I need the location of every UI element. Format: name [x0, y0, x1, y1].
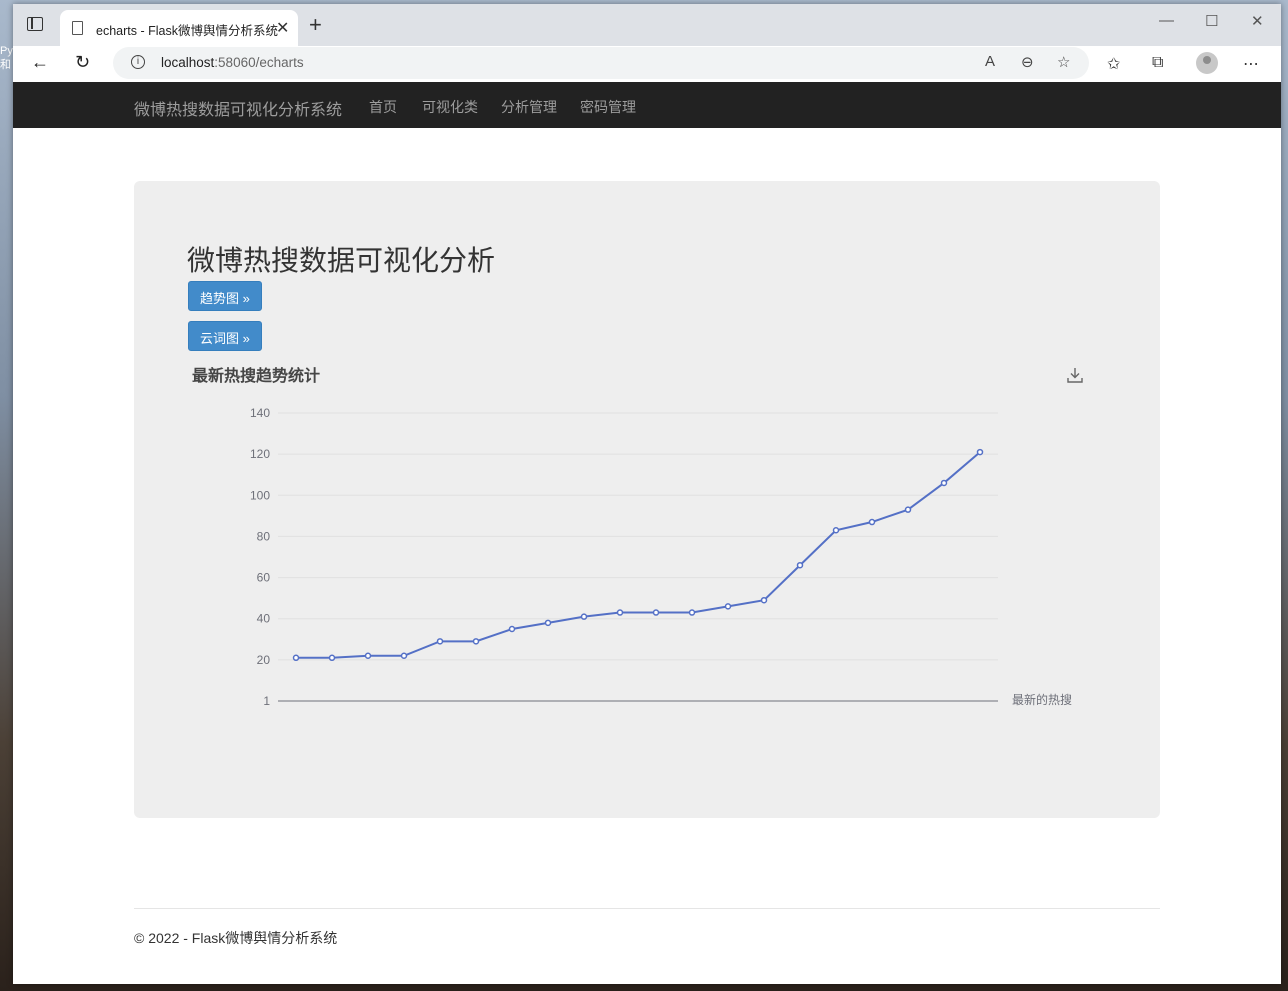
- data-point: [832, 527, 840, 534]
- maximize-icon[interactable]: ☐: [1205, 12, 1218, 30]
- address-bar[interactable]: i localhost:58060/echarts A ⊖ ☆: [113, 47, 1089, 79]
- navbar-brand[interactable]: 微博热搜数据可视化分析系统: [134, 96, 342, 120]
- nav-link-home[interactable]: 首页: [369, 97, 397, 117]
- web-page: 微博热搜数据可视化分析系统 首页 可视化类 分析管理 密码管理 微博热搜数据可视…: [13, 82, 1281, 984]
- browser-toolbar: ← ↻ i localhost:58060/echarts A ⊖ ☆ ✩ ⧉ …: [13, 46, 1281, 83]
- zoom-out-icon[interactable]: ⊖: [1021, 53, 1034, 71]
- data-point: [580, 613, 588, 620]
- data-point: [904, 506, 912, 513]
- footer-text: © 2022 - Flask微博舆情分析系统: [134, 930, 338, 946]
- browser-window: echarts - Flask微博舆情分析系统 ✕ + — ☐ ✕ ← ↻ i …: [13, 4, 1281, 984]
- info-icon[interactable]: i: [131, 55, 145, 69]
- data-point: [688, 609, 696, 616]
- data-point: [544, 619, 552, 627]
- tab-strip: echarts - Flask微博舆情分析系统 ✕ + — ☐ ✕: [13, 4, 1281, 46]
- trend-line-chart: 120406080100120140最新的热搜: [250, 406, 1072, 708]
- nav-link-password[interactable]: 密码管理: [580, 97, 636, 117]
- data-point: [652, 609, 660, 616]
- add-favorite-icon[interactable]: ☆: [1057, 53, 1070, 71]
- y-tick-label: 20: [257, 653, 271, 667]
- y-tick-label: 120: [250, 447, 270, 461]
- series-line: [296, 451, 981, 659]
- data-point: [796, 561, 804, 569]
- site-navbar: 微博热搜数据可视化分析系统 首页 可视化类 分析管理 密码管理: [13, 82, 1281, 128]
- new-tab-icon[interactable]: +: [309, 12, 322, 38]
- profile-avatar[interactable]: [1196, 52, 1218, 74]
- tab-echarts[interactable]: echarts - Flask微博舆情分析系统 ✕: [60, 10, 298, 46]
- url-text: localhost:58060/echarts: [161, 55, 304, 70]
- y-tick-label: 100: [250, 488, 270, 502]
- data-point: [292, 654, 300, 662]
- footer-divider: [134, 908, 1160, 909]
- tab-title: echarts - Flask微博舆情分析系统: [96, 24, 278, 38]
- data-point: [940, 479, 948, 487]
- data-point: [508, 625, 516, 633]
- y-tick-label: 140: [250, 406, 270, 420]
- data-point: [760, 596, 768, 604]
- y-tick-label: 80: [257, 529, 271, 543]
- minimize-icon[interactable]: —: [1159, 12, 1174, 29]
- y-tick-label: 1: [263, 694, 270, 708]
- desktop-text: Py 和: [0, 45, 13, 71]
- back-icon[interactable]: ←: [31, 52, 49, 73]
- data-point: [436, 638, 444, 645]
- data-point: [616, 609, 624, 616]
- data-point: [472, 638, 480, 645]
- y-tick-label: 60: [257, 571, 271, 585]
- nav-link-analysis[interactable]: 分析管理: [501, 97, 557, 117]
- close-tab-icon[interactable]: ✕: [276, 18, 289, 38]
- data-point: [976, 448, 984, 456]
- refresh-icon[interactable]: ↻: [75, 52, 90, 73]
- data-point: [724, 603, 732, 610]
- data-point: [400, 652, 408, 659]
- data-point: [328, 654, 336, 662]
- collections-icon[interactable]: ⧉: [1152, 54, 1163, 72]
- data-point: [868, 518, 876, 526]
- nav-link-visualization[interactable]: 可视化类: [422, 97, 478, 117]
- main-panel: 微博热搜数据可视化分析 趋势图 » 云词图 » 最新热搜趋势统计 1 20 40 60…: [134, 181, 1160, 818]
- more-menu-icon[interactable]: ⋯: [1243, 54, 1259, 74]
- read-aloud-icon[interactable]: A: [985, 53, 995, 70]
- x-axis-label: 最新的热搜: [1012, 692, 1072, 707]
- y-tick-label: 40: [257, 612, 271, 626]
- close-window-icon[interactable]: ✕: [1251, 12, 1264, 30]
- data-point: [364, 652, 372, 659]
- favorites-icon[interactable]: ✩: [1107, 54, 1120, 74]
- tab-actions-icon[interactable]: [27, 17, 43, 31]
- page-icon: [72, 21, 83, 35]
